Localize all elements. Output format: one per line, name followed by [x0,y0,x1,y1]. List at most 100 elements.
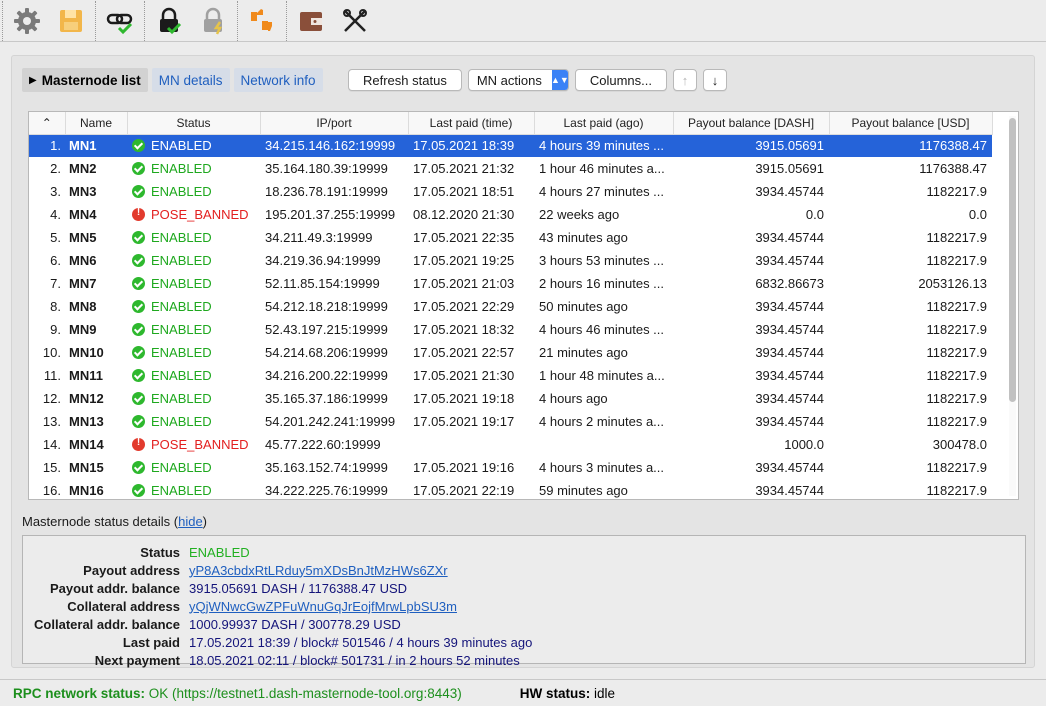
hw-status-value: idle [593,685,615,701]
details-key: Collateral address [67,598,180,614]
rpc-status-label: RPC network status: [13,685,146,701]
row-index: 2. [50,161,61,176]
table-header-row: ⌃ Name Status IP/port Last paid (time) L… [29,112,993,135]
row-name: MN12 [69,391,104,406]
row-name: MN3 [69,184,97,199]
table-scrollbar[interactable] [1009,116,1016,496]
save-icon[interactable] [53,3,89,39]
hide-details-link[interactable]: hide [178,514,203,529]
column-header-status[interactable]: Status [127,112,261,135]
row-ip: 195.201.37.255:19999 [265,207,396,222]
column-header-payout-usd[interactable]: Payout balance [USD] [829,112,993,135]
column-header-index[interactable]: ⌃ [29,112,66,135]
table-row[interactable]: 1. MN1 ENABLED 34.215.146.162:19999 17.05.20… [29,134,992,157]
table-row[interactable]: 3. MN3 ENABLED 18.236.78.191:19999 17.05.202… [29,180,992,203]
table-row[interactable]: 15. MN15 ENABLED 35.163.152.74:19999 17.05.2… [29,456,992,479]
row-status: ENABLED [127,226,260,249]
column-header-name[interactable]: Name [65,112,128,135]
row-last-paid-time [408,433,534,456]
details-row: Last paid 17.05.2021 18:39 / block# 50154… [23,633,1023,651]
scrollbar-thumb[interactable] [1009,118,1016,402]
row-index: 12. [42,391,61,406]
row-ip: 34.219.36.94:19999 [265,253,381,268]
tab-network-info[interactable]: Network info [233,68,323,92]
column-header-ip[interactable]: IP/port [260,112,409,135]
row-payout-dash: 3934.45744 [755,391,824,406]
column-header-payout-dash[interactable]: Payout balance [DASH] [673,112,830,135]
row-payout-usd: 1176388.47 [919,161,987,176]
status-text: ENABLED [151,276,212,291]
row-payout-usd: 1182217.9 [926,253,988,268]
table-row[interactable]: 12. MN12 ENABLED 35.165.37.186:19999 17.05.2… [29,387,992,410]
details-key: Status [140,544,180,560]
row-ip: 52.11.85.154:19999 [265,276,380,291]
lock-lightning-icon[interactable] [195,3,231,39]
details-key: Collateral addr. balance [34,616,180,632]
move-up-button[interactable]: ↑ [673,69,697,91]
details-value: 1000.99937 DASH / 300778.29 USD [189,616,401,632]
table-row[interactable]: 10. MN10 ENABLED 54.214.68.206:19999 17.05.2… [29,341,992,364]
table-row[interactable]: 4. MN4 POSE_BANNED 195.201.37.255:19999 08.1… [29,203,992,226]
row-name: MN10 [69,345,104,360]
row-last-paid-time: 08.12.2020 21:30 [413,207,515,222]
table-row[interactable]: 13. MN13 ENABLED 54.201.242.241:19999 17.05.… [29,410,992,433]
check-circle-icon [132,185,145,198]
table-row[interactable]: 5. MN5 ENABLED 34.211.49.3:19999 17.05.2021 … [29,226,992,249]
table-row[interactable]: 14. MN14 POSE_BANNED 45.77.222.60:19999 1000… [29,433,992,456]
tab-label: Masternode list [41,72,141,88]
row-last-paid-ago: 3 hours 53 minutes ... [539,253,665,268]
row-name: MN2 [69,161,97,176]
error-circle-icon [132,437,145,451]
lock-check-icon[interactable] [151,3,187,39]
table-row[interactable]: 11. MN11 ENABLED 34.216.200.22:19999 17.05.2… [29,364,992,387]
tab-masternode-list[interactable]: ▶ Masternode list [22,68,148,92]
details-key: Next payment [94,652,180,668]
column-header-last-paid-ago[interactable]: Last paid (ago) [534,112,674,135]
row-status: ENABLED [127,364,260,387]
move-down-button[interactable]: ↓ [703,69,727,91]
wallet-icon[interactable] [293,3,329,39]
row-last-paid-ago: 4 hours 46 minutes ... [539,322,665,337]
tab-mn-details[interactable]: MN details [151,68,230,92]
details-address-link[interactable]: yQjWNwcGwZPFuWnuGqJrEojfMrwLpbSU3m [189,599,457,614]
tools-icon[interactable] [337,3,373,39]
details-row: Payout address yP8A3cbdxRtLRduy5mXDsBnJtM… [23,561,1023,579]
details-key: Payout addr. balance [49,580,180,596]
sort-asc-icon: ⌃ [41,115,52,130]
status-text: ENABLED [151,161,212,176]
details-row: Status ENABLED [23,543,1023,561]
table-row[interactable]: 8. MN8 ENABLED 54.212.18.218:19999 17.05.202… [29,295,992,318]
toolbar [0,0,1046,42]
table-row[interactable]: 7. MN7 ENABLED 52.11.85.154:19999 17.05.2021… [29,272,992,295]
row-payout-usd: 0.0 [968,207,987,222]
row-status: ENABLED [127,134,260,157]
table-row[interactable]: 2. MN2 ENABLED 35.164.180.39:19999 17.05.202… [29,157,992,180]
check-circle-icon [132,162,145,175]
table-row[interactable]: 6. MN6 ENABLED 34.219.36.94:19999 17.05.2021… [29,249,992,272]
columns-button[interactable]: Columns... [574,69,667,91]
hw-status: HW status: idle [520,686,615,701]
link-check-icon[interactable] [102,3,138,39]
details-value: 18.05.2021 02:11 / block# 501731 / in 2 … [189,652,520,668]
gear-icon[interactable] [9,3,45,39]
status-text: ENABLED [151,184,212,199]
chevron-updown-icon: ▲▼ [551,70,568,90]
row-index: 6. [50,253,61,268]
status-text: ENABLED [151,138,212,154]
column-header-last-paid-time[interactable]: Last paid (time) [408,112,535,135]
row-payout-dash: 3934.45744 [755,414,824,429]
status-bar: RPC network status: OK (https://testnet1… [0,679,1046,706]
mn-actions-dropdown[interactable]: MN actions ▲▼ [467,69,569,91]
row-ip: 54.201.242.241:19999 [265,414,396,429]
row-ip: 34.222.225.76:19999 [265,483,388,498]
row-index: 9. [50,322,61,337]
row-name: MN13 [69,414,104,429]
row-name: MN16 [69,483,104,498]
refresh-status-button[interactable]: Refresh status [348,69,462,91]
check-circle-icon [132,139,145,153]
thumbs-icon[interactable] [244,3,280,39]
table-row[interactable]: 16. MN16 ENABLED 34.222.225.76:19999 17.05.2… [29,479,992,502]
details-address-link[interactable]: yP8A3cbdxRtLRduy5mXDsBnJtMzHWs6ZXr [189,563,448,578]
row-payout-dash: 3934.45744 [755,322,824,337]
table-row[interactable]: 9. MN9 ENABLED 52.43.197.215:19999 17.05.202… [29,318,992,341]
